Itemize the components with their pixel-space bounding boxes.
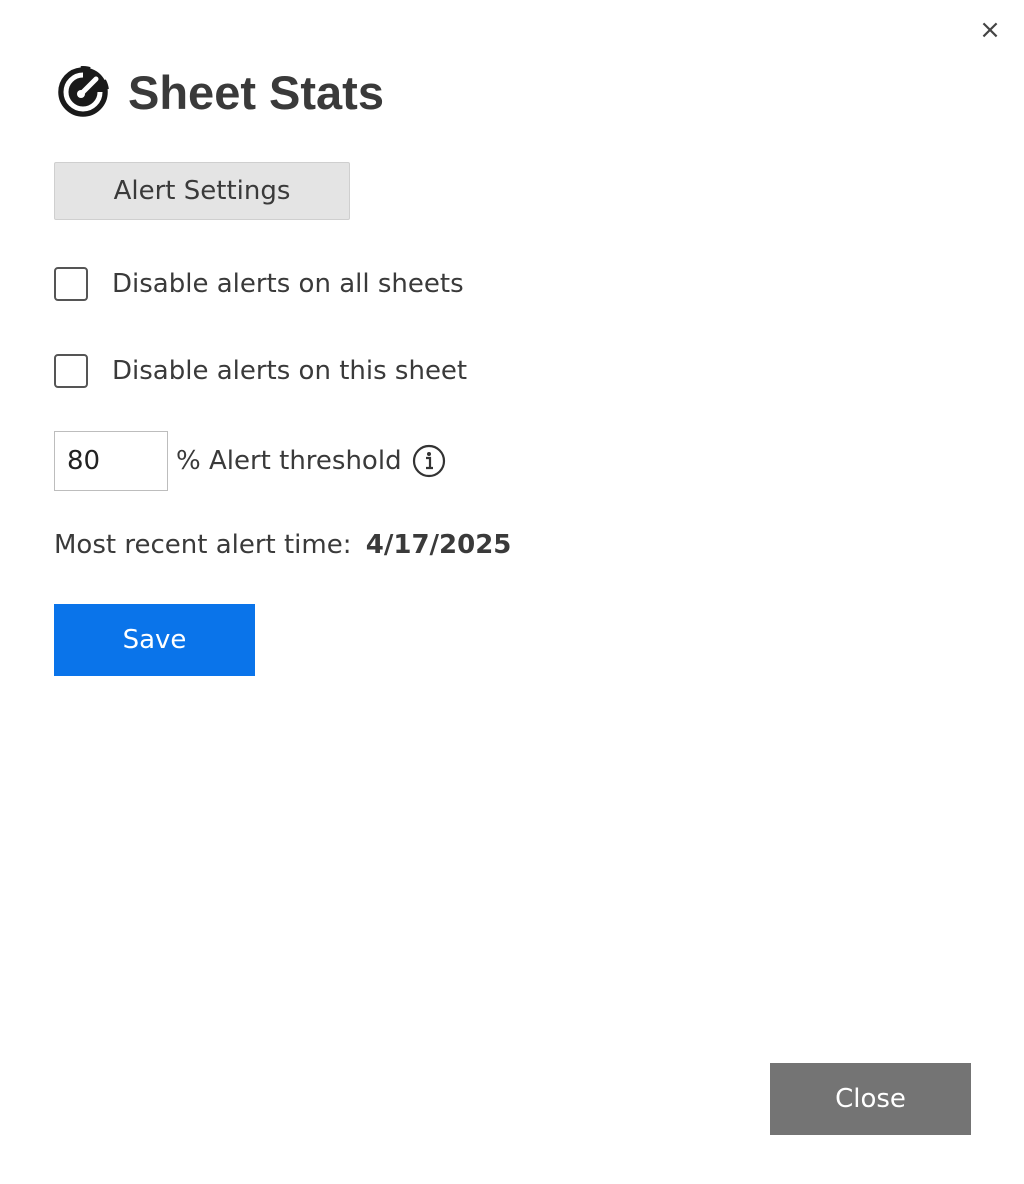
alert-threshold-input[interactable] <box>54 431 168 491</box>
sheet-stats-dialog: × Sheet Stats Alert Settings Disable ale… <box>0 0 1024 1184</box>
close-button[interactable]: Close <box>770 1063 971 1135</box>
dialog-header: Sheet Stats <box>54 62 384 122</box>
gauge-logo-icon <box>55 64 111 120</box>
alert-threshold-row: % Alert threshold <box>54 431 446 491</box>
tab-alert-settings[interactable]: Alert Settings <box>54 162 350 220</box>
save-button[interactable]: Save <box>54 604 255 676</box>
recent-alert-label: Most recent alert time: <box>54 530 352 560</box>
recent-alert-time: Most recent alert time: 4/17/2025 <box>54 530 511 560</box>
info-icon[interactable] <box>412 444 446 478</box>
alert-threshold-label: % Alert threshold <box>176 446 402 476</box>
page-title: Sheet Stats <box>128 65 384 119</box>
recent-alert-value: 4/17/2025 <box>365 530 512 560</box>
disable-all-sheets-label: Disable alerts on all sheets <box>112 269 464 299</box>
close-icon[interactable]: × <box>976 16 1004 44</box>
disable-this-sheet-checkbox[interactable] <box>54 354 88 388</box>
disable-all-sheets-row: Disable alerts on all sheets <box>54 264 464 304</box>
disable-this-sheet-label: Disable alerts on this sheet <box>112 356 468 386</box>
disable-all-sheets-checkbox[interactable] <box>54 267 88 301</box>
disable-this-sheet-row: Disable alerts on this sheet <box>54 351 467 391</box>
